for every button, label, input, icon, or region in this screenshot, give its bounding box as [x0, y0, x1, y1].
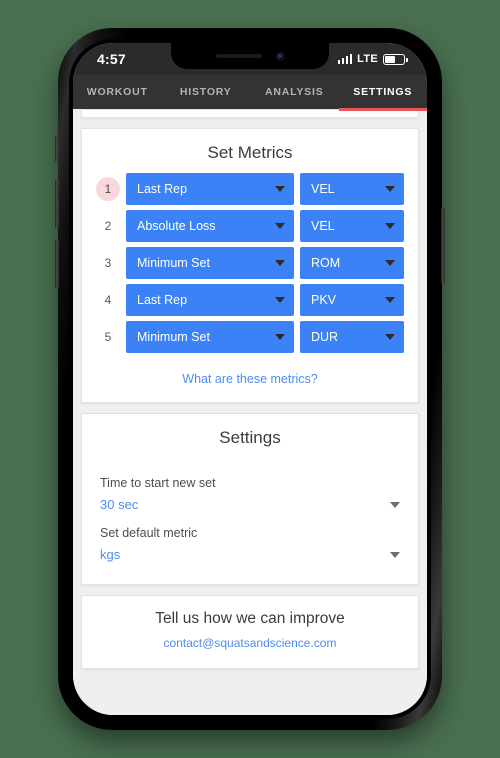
metric-select-4-value: Last Rep [137, 293, 188, 307]
unit-select-5[interactable]: DUR [300, 321, 404, 353]
speaker-grille-icon [215, 54, 262, 58]
metric-select-5[interactable]: Minimum Set [126, 321, 294, 353]
set-metrics-card: Set Metrics 1 Last Rep VEL 2 Absolute Lo… [81, 128, 419, 403]
setting-time-to-start-new-set: Time to start new set 30 sec [100, 476, 400, 512]
unit-select-2-value: VEL [311, 219, 335, 233]
chevron-down-icon [275, 334, 285, 340]
tab-bar: WORKOUT HISTORY ANALYSIS SETTINGS [73, 75, 428, 111]
setting-value: 30 sec [100, 497, 139, 512]
settings-title: Settings [219, 428, 281, 447]
phone-bezel: 4:57 LTE WORKOUT HISTORY ANALYSIS SETTIN… [69, 39, 431, 719]
setting-default-metric: Set default metric kgs [100, 526, 400, 562]
signal-bars-icon [337, 54, 353, 64]
set-metrics-title: Set Metrics [207, 143, 293, 162]
unit-select-3[interactable]: ROM [300, 247, 404, 279]
feedback-email-link[interactable]: contact@squatsandscience.com [82, 636, 418, 650]
phone-frame: 4:57 LTE WORKOUT HISTORY ANALYSIS SETTIN… [55, 28, 445, 730]
metrics-help-link[interactable]: What are these metrics? [82, 362, 418, 402]
unit-select-4[interactable]: PKV [300, 284, 404, 316]
setting-label: Time to start new set [100, 476, 216, 490]
settings-card: Settings Time to start new set 30 sec Se… [81, 413, 419, 585]
chevron-down-icon [390, 501, 400, 508]
front-camera-icon [275, 51, 285, 61]
feedback-card: Tell us how we can improve contact@squat… [81, 595, 419, 669]
unit-select-1[interactable]: VEL [300, 173, 404, 205]
chevron-down-icon [275, 297, 285, 303]
chevron-down-icon [275, 223, 285, 229]
metric-select-1-value: Last Rep [137, 182, 188, 196]
metric-select-4[interactable]: Last Rep [126, 284, 294, 316]
settings-fields: Time to start new set 30 sec Set default… [82, 458, 418, 584]
carrier-label: LTE [357, 53, 378, 65]
metric-select-3-value: Minimum Set [137, 256, 210, 270]
metric-index-badge: 5 [104, 330, 112, 344]
chevron-down-icon [385, 297, 395, 303]
metric-index-badge: 1 [96, 177, 120, 201]
metric-index-badge: 2 [104, 219, 112, 233]
tab-analysis[interactable]: ANALYSIS [250, 75, 339, 109]
metric-row: 1 Last Rep VEL [96, 173, 404, 205]
metric-row: 4 Last Rep PKV [96, 284, 404, 316]
status-indicators: LTE [337, 53, 408, 65]
metric-row: 2 Absolute Loss VEL [96, 210, 404, 242]
notch [171, 43, 329, 69]
status-time: 4:57 [97, 51, 126, 67]
metric-select-2[interactable]: Absolute Loss [126, 210, 294, 242]
unit-select-1-value: VEL [311, 182, 335, 196]
metric-index-badge: 3 [104, 256, 112, 270]
battery-fill [385, 55, 395, 63]
feedback-title: Tell us how we can improve [155, 610, 345, 627]
silent-switch-button[interactable] [55, 136, 59, 162]
chevron-down-icon [385, 223, 395, 229]
power-button[interactable] [441, 208, 445, 284]
chevron-down-icon [385, 334, 395, 340]
phone-screen: 4:57 LTE WORKOUT HISTORY ANALYSIS SETTIN… [73, 43, 427, 715]
metric-select-3[interactable]: Minimum Set [126, 247, 294, 279]
tab-history[interactable]: HISTORY [162, 75, 251, 109]
setting-value: kgs [100, 547, 121, 562]
settings-scroll-area[interactable]: Set Metrics 1 Last Rep VEL 2 Absolute Lo… [73, 109, 427, 715]
chevron-down-icon [390, 551, 400, 558]
setting-dropdown-default-metric[interactable]: kgs [100, 547, 400, 562]
setting-dropdown-time[interactable]: 30 sec [100, 497, 400, 512]
unit-select-2[interactable]: VEL [300, 210, 404, 242]
unit-select-5-value: DUR [311, 330, 339, 344]
metric-select-5-value: Minimum Set [137, 330, 210, 344]
chevron-down-icon [385, 186, 395, 192]
chevron-down-icon [275, 260, 285, 266]
unit-select-3-value: ROM [311, 256, 341, 270]
metrics-list: 1 Last Rep VEL 2 Absolute Loss VEL 3 Min… [82, 173, 418, 362]
metric-select-2-value: Absolute Loss [137, 219, 216, 233]
chevron-down-icon [275, 186, 285, 192]
chevron-down-icon [385, 260, 395, 266]
volume-up-button[interactable] [55, 180, 59, 228]
metric-index-badge: 4 [104, 293, 112, 307]
battery-icon [383, 53, 408, 65]
unit-select-4-value: PKV [311, 293, 337, 307]
tab-settings[interactable]: SETTINGS [338, 75, 428, 111]
tab-workout[interactable]: WORKOUT [73, 75, 162, 109]
metric-row: 3 Minimum Set ROM [96, 247, 404, 279]
metric-select-1[interactable]: Last Rep [126, 173, 294, 205]
volume-down-button[interactable] [55, 240, 59, 288]
setting-label: Set default metric [100, 526, 198, 540]
metric-row: 5 Minimum Set DUR [96, 321, 404, 353]
